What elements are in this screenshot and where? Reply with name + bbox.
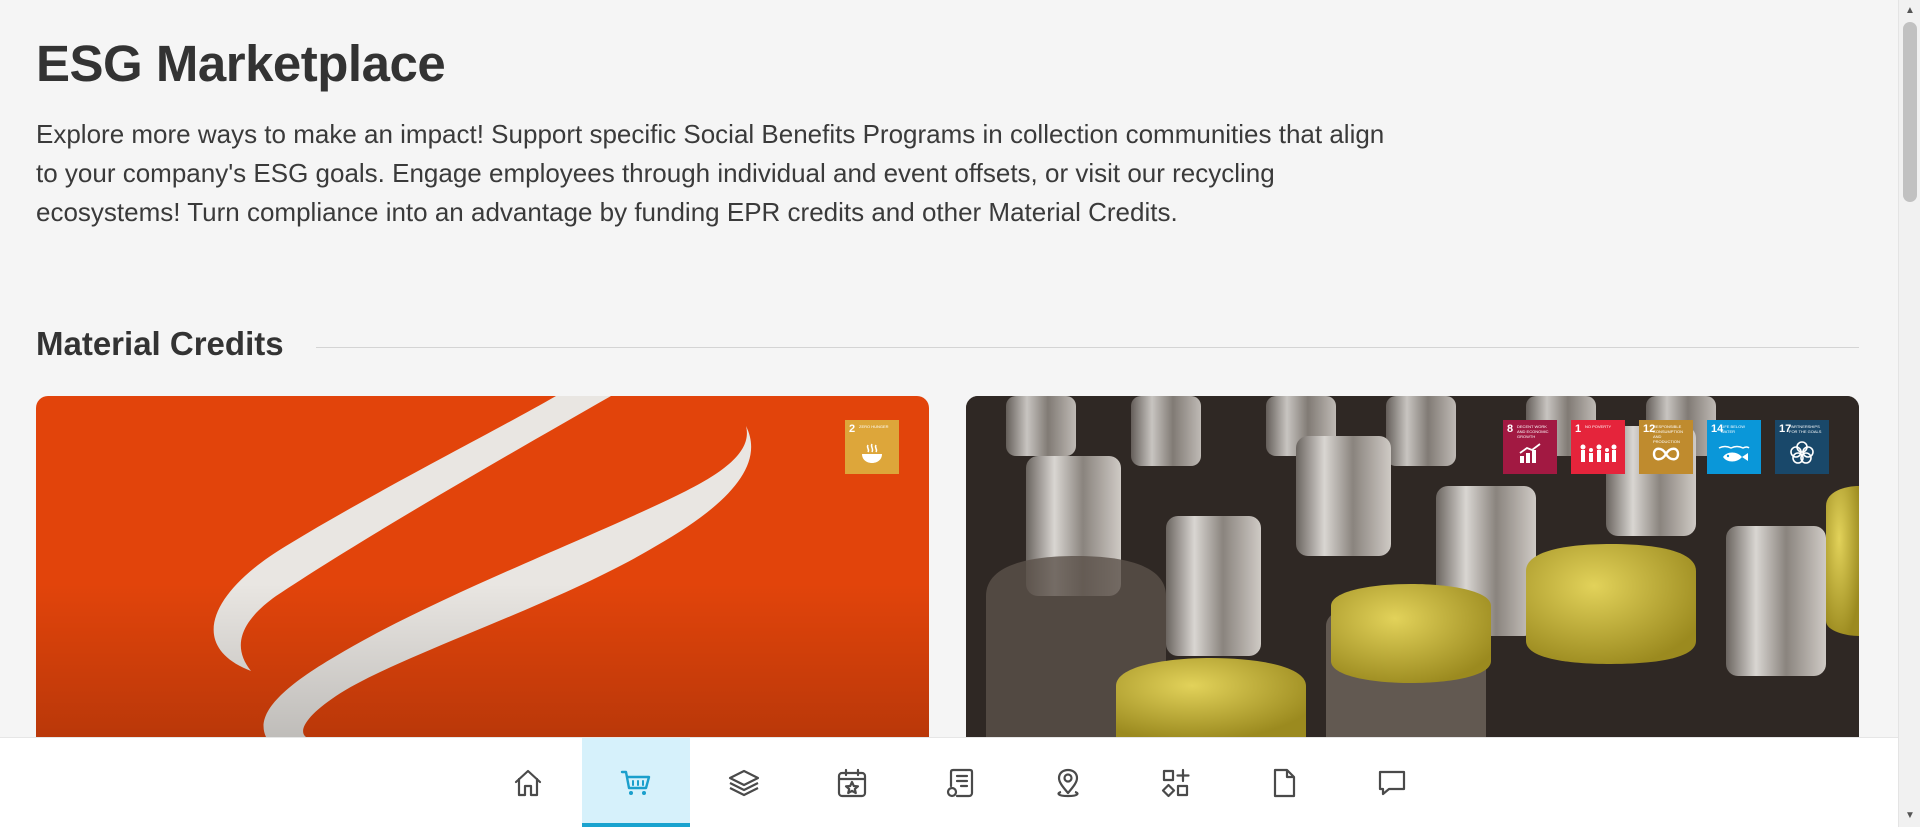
nav-marketplace[interactable]	[582, 738, 690, 827]
nav-locations[interactable]	[1014, 738, 1122, 827]
scroll-up-icon[interactable]: ▲	[1899, 2, 1920, 20]
nav-programs[interactable]	[1122, 738, 1230, 827]
chat-icon	[1378, 770, 1406, 796]
sdg-17-partnerships-badge: 17 PARTNERSHIPS FOR THE GOALS	[1775, 420, 1829, 474]
sdg-12-responsible-consumption-badge: 12 RESPONSIBLE CONSUMPTION AND PRODUCTIO…	[1639, 420, 1693, 474]
vertical-scrollbar[interactable]: ▲ ▼	[1898, 0, 1920, 827]
sdg-badges: 8 DECENT WORK AND ECONOMIC GROWTH 1 NO P…	[1503, 420, 1829, 474]
material-credit-card[interactable]: 8 DECENT WORK AND ECONOMIC GROWTH 1 NO P…	[966, 396, 1859, 737]
scrollbar-thumb[interactable]	[1903, 22, 1917, 202]
material-credit-card[interactable]: 2 ZERO HUNGER	[36, 396, 929, 737]
nav-documents[interactable]	[1230, 738, 1338, 827]
nav-home[interactable]	[474, 738, 582, 827]
intro-text: Explore more ways to make an impact! Sup…	[36, 119, 1385, 227]
flower-icon	[1775, 440, 1829, 470]
infinity-icon	[1639, 444, 1693, 470]
fish-icon	[1707, 444, 1761, 470]
map-pin-icon	[1057, 768, 1079, 798]
bottom-navigation	[0, 737, 1898, 827]
sdg-1-no-poverty-badge: 1 NO POVERTY	[1571, 420, 1625, 474]
scroll-down-icon[interactable]: ▼	[1899, 807, 1920, 825]
nav-layers[interactable]	[690, 738, 798, 827]
document-list-icon	[946, 768, 974, 798]
sdg-14-life-below-water-badge: 14 LIFE BELOW WATER	[1707, 420, 1761, 474]
page-title: ESG Marketplace	[36, 35, 446, 92]
nav-events[interactable]	[798, 738, 906, 827]
brand-flame-image	[36, 396, 929, 737]
nav-messages[interactable]	[1338, 738, 1446, 827]
family-icon	[1571, 442, 1625, 470]
sdg-badges: 2 ZERO HUNGER	[845, 420, 899, 474]
main-content: ESG Marketplace Explore more ways to mak…	[0, 0, 1898, 737]
layers-icon	[728, 769, 760, 797]
shapes-icon	[1161, 768, 1190, 798]
calendar-star-icon	[837, 768, 867, 798]
cart-icon	[620, 770, 651, 795]
home-icon	[514, 769, 542, 797]
section-divider	[316, 347, 1859, 348]
bowl-icon	[845, 442, 899, 470]
section-header: Material Credits	[36, 325, 1859, 365]
section-title: Material Credits	[36, 325, 284, 362]
file-icon	[1273, 768, 1296, 798]
sdg-8-decent-work-badge: 8 DECENT WORK AND ECONOMIC GROWTH	[1503, 420, 1557, 474]
growth-chart-icon	[1503, 442, 1557, 470]
nav-reports[interactable]	[906, 738, 1014, 827]
sdg-2-zero-hunger-badge: 2 ZERO HUNGER	[845, 420, 899, 474]
